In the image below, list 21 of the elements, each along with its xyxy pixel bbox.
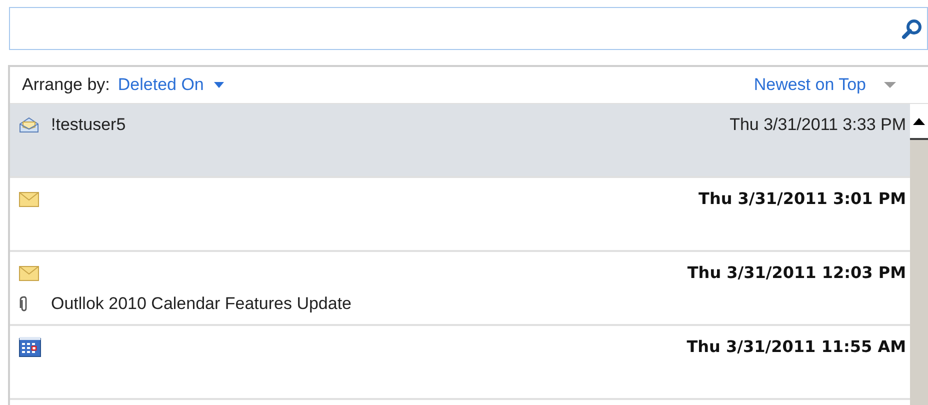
search-icon[interactable] <box>901 18 923 40</box>
message-date: Thu 3/31/2011 12:03 PM <box>687 262 906 284</box>
open-envelope-icon <box>19 117 39 133</box>
message-date: Thu 3/31/2011 3:01 PM <box>698 188 906 210</box>
calendar-icon <box>19 337 41 357</box>
message-date: Thu 3/31/2011 3:33 PM <box>730 114 906 136</box>
arrange-dropdown[interactable]: Deleted On <box>118 72 224 98</box>
caret-icon <box>884 82 896 88</box>
scrollbar[interactable] <box>910 108 928 405</box>
message-subject: Outllok 2010 Calendar Features Update <box>51 293 352 316</box>
sender-name: !testuser5 <box>51 114 126 136</box>
caret-icon <box>214 82 224 88</box>
search-field[interactable] <box>9 7 928 50</box>
envelope-icon <box>19 192 39 206</box>
message-date: Thu 3/31/2011 11:55 AM <box>686 336 906 358</box>
envelope-icon <box>19 266 39 280</box>
scroll-up-button[interactable] <box>910 108 928 140</box>
arrange-label: Arrange by: <box>22 74 110 96</box>
up-arrow-icon <box>913 118 925 125</box>
message-row[interactable]: !testuser5 Thu 3/31/2011 3:33 PM <box>10 104 910 178</box>
sort-order-dropdown[interactable]: Newest on Top <box>754 72 896 98</box>
